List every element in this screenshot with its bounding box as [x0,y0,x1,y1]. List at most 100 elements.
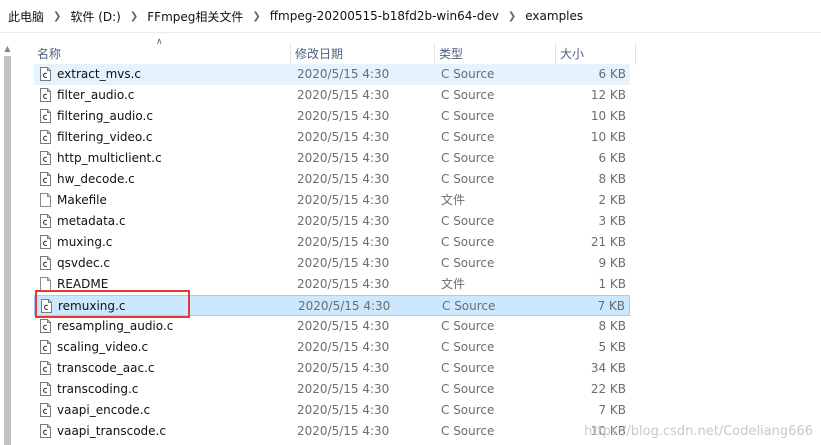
breadcrumb-this-pc[interactable]: 此电脑 [8,8,44,25]
file-name[interactable]: resampling_audio.c [57,316,173,337]
chevron-right-icon[interactable]: ❯ [130,11,138,22]
file-modified-date: 2020/5/15 4:30 [297,151,390,165]
c-source-file-icon [40,151,51,165]
file-type: 文件 [441,193,466,207]
file-size: 12 KB [590,88,626,102]
file-name[interactable]: http_multiclient.c [57,148,162,169]
file-size: 6 KB [598,151,626,165]
red-highlight-box [35,290,190,318]
file-row[interactable]: vaapi_encode.c 2020/5/15 4:30 C Source 7 KB [34,400,630,421]
chevron-right-icon[interactable]: ❯ [53,11,61,22]
file-type: 文件 [441,277,466,291]
blank-file-icon [40,277,51,291]
file-name[interactable]: muxing.c [57,232,112,253]
file-size: 6 KB [598,67,626,81]
c-source-file-icon [40,319,51,333]
file-name[interactable]: scaling_video.c [57,337,148,358]
file-type: C Source [441,319,495,333]
file-row[interactable]: resampling_audio.c 2020/5/15 4:30 C Source… [34,316,630,337]
c-source-file-icon [40,235,51,249]
file-row[interactable]: transcoding.c 2020/5/15 4:30 C Source 22 KB [34,379,630,400]
file-size: 22 KB [590,382,626,396]
breadcrumb-drive-d[interactable]: 软件 (D:) [70,8,120,25]
file-type: C Source [441,382,495,396]
file-modified-date: 2020/5/15 4:30 [297,382,390,396]
file-row[interactable]: metadata.c 2020/5/15 4:30 C Source 3 KB [34,211,630,232]
file-row[interactable]: filtering_audio.c 2020/5/15 4:30 C Source 1… [34,106,630,127]
breadcrumb-ffmpeg-dev[interactable]: ffmpeg-20200515-b18fd2b-win64-dev [270,9,499,23]
file-row[interactable]: scaling_video.c 2020/5/15 4:30 C Source 5 K… [34,337,630,358]
file-size: 8 KB [598,319,626,333]
watermark: https://blog.csdn.net/Codeliang666 [584,424,813,439]
c-source-file-icon [40,403,51,417]
file-name[interactable]: metadata.c [57,211,126,232]
file-row[interactable]: http_multiclient.c 2020/5/15 4:30 C Source… [34,148,630,169]
file-modified-date: 2020/5/15 4:30 [297,277,390,291]
file-row[interactable]: muxing.c 2020/5/15 4:30 C Source 21 KB [34,232,630,253]
file-type: C Source [441,214,495,228]
column-header-row: ∧ 名称 修改日期 类型 大小 [0,37,821,65]
file-modified-date: 2020/5/15 4:30 [297,88,390,102]
c-source-file-icon [40,130,51,144]
file-size: 10 KB [590,109,626,123]
file-modified-date: 2020/5/15 4:30 [297,403,390,417]
file-name[interactable]: transcode_aac.c [57,358,155,379]
c-source-file-icon [40,382,51,396]
file-name[interactable]: vaapi_encode.c [57,400,150,421]
file-size: 8 KB [598,172,626,186]
c-source-file-icon [40,214,51,228]
file-modified-date: 2020/5/15 4:30 [297,361,390,375]
breadcrumb-ffmpeg-folder[interactable]: FFmpeg相关文件 [147,8,243,25]
file-type: C Source [441,109,495,123]
file-row[interactable]: filtering_video.c 2020/5/15 4:30 C Source 1… [34,127,630,148]
breadcrumb-examples[interactable]: examples [525,9,583,23]
file-name[interactable]: hw_decode.c [57,169,135,190]
file-size: 21 KB [590,235,626,249]
chevron-right-icon[interactable]: ❯ [508,11,516,22]
file-name[interactable]: transcoding.c [57,379,138,400]
file-modified-date: 2020/5/15 4:30 [297,319,390,333]
file-modified-date: 2020/5/15 4:30 [297,109,390,123]
scroll-thumb[interactable] [4,56,11,445]
file-size: 9 KB [598,256,626,270]
file-name[interactable]: Makefile [57,190,107,211]
file-type: C Source [441,340,495,354]
file-row[interactable]: filter_audio.c 2020/5/15 4:30 C Source 12 K… [34,85,630,106]
column-header-type[interactable]: 类型 [435,43,556,65]
file-name[interactable]: qsvdec.c [57,253,110,274]
file-row[interactable]: vaapi_transcode.c 2020/5/15 4:30 C Source 1… [34,421,630,442]
file-row[interactable]: hw_decode.c 2020/5/15 4:30 C Source 8 KB [34,169,630,190]
file-row[interactable]: extract_mvs.c 2020/5/15 4:30 C Source 6 KB [34,64,630,85]
file-type: C Source [441,256,495,270]
file-size: 1 KB [598,277,626,291]
file-type: C Source [441,130,495,144]
column-header-name[interactable]: 名称 [33,43,291,65]
file-size: 5 KB [598,340,626,354]
file-name[interactable]: extract_mvs.c [57,64,141,85]
chevron-right-icon[interactable]: ❯ [252,11,260,22]
column-header-size[interactable]: 大小 [556,43,636,65]
file-modified-date: 2020/5/15 4:30 [297,67,390,81]
file-name[interactable]: filtering_video.c [57,127,152,148]
file-row[interactable]: transcode_aac.c 2020/5/15 4:30 C Source 34 … [34,358,630,379]
breadcrumb: 此电脑 ❯ 软件 (D:) ❯ FFmpeg相关文件 ❯ ffmpeg-2020… [0,0,821,33]
file-modified-date: 2020/5/15 4:30 [297,340,390,354]
c-source-file-icon [40,340,51,354]
file-modified-date: 2020/5/15 4:30 [297,193,390,207]
file-name[interactable]: filtering_audio.c [57,106,153,127]
column-header-date[interactable]: 修改日期 [291,43,435,65]
c-source-file-icon [40,361,51,375]
file-name[interactable]: filter_audio.c [57,85,134,106]
file-size: 2 KB [598,193,626,207]
file-size: 10 KB [590,130,626,144]
file-row[interactable]: Makefile 2020/5/15 4:30 文件 2 KB [34,190,630,211]
file-modified-date: 2020/5/15 4:30 [297,256,390,270]
file-size: 3 KB [598,214,626,228]
vertical-scrollbar[interactable]: ▲ [0,43,15,445]
file-row[interactable]: qsvdec.c 2020/5/15 4:30 C Source 9 KB [34,253,630,274]
file-type: C Source [441,88,495,102]
file-name[interactable]: vaapi_transcode.c [57,421,166,442]
c-source-file-icon [40,424,51,438]
file-modified-date: 2020/5/15 4:30 [297,214,390,228]
file-type: C Source [441,151,495,165]
